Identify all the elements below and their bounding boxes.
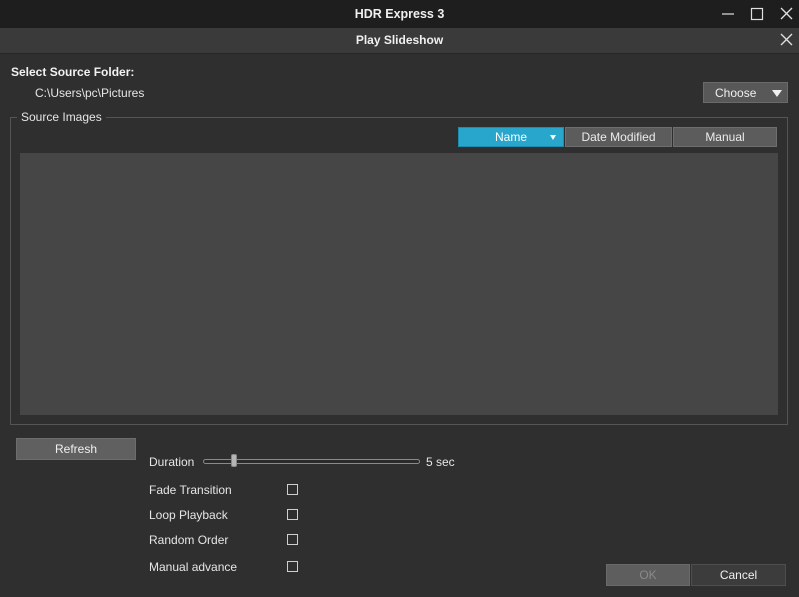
duration-value: 5 sec <box>426 455 455 469</box>
loop-playback-checkbox[interactable] <box>287 509 298 520</box>
manual-advance-checkbox[interactable] <box>287 561 298 572</box>
choose-folder-dropdown[interactable]: Choose <box>703 82 788 103</box>
choose-label: Choose <box>715 86 757 100</box>
random-order-label: Random Order <box>149 533 229 547</box>
fade-transition-checkbox[interactable] <box>287 484 298 495</box>
maximize-icon <box>750 7 764 21</box>
random-order-checkbox[interactable] <box>287 534 298 545</box>
sort-tab-label: Name <box>494 130 527 144</box>
window-title: HDR Express 3 <box>354 7 445 21</box>
dialog-close-button[interactable] <box>777 31 797 49</box>
loop-playback-label: Loop Playback <box>149 508 228 522</box>
minimize-icon <box>722 13 734 15</box>
sort-tab-name[interactable]: Name <box>458 127 564 147</box>
manual-advance-label: Manual advance <box>149 560 238 574</box>
duration-label: Duration <box>149 455 195 469</box>
window-close-button[interactable] <box>777 5 797 23</box>
sort-arrow-icon <box>550 135 556 140</box>
duration-slider-handle[interactable] <box>231 454 237 467</box>
source-folder-path: C:\Users\pc\Pictures <box>35 86 145 100</box>
source-images-label: Source Images <box>17 110 106 124</box>
window-titlebar: HDR Express 3 <box>0 0 799 29</box>
sort-tab-label: Date Modified <box>581 130 656 144</box>
source-images-list[interactable] <box>20 153 778 415</box>
chevron-down-icon <box>772 90 782 97</box>
sort-tab-manual[interactable]: Manual <box>673 127 777 147</box>
sort-tab-date-modified[interactable]: Date Modified <box>565 127 672 147</box>
dialog-title: Play Slideshow <box>355 33 444 47</box>
close-icon <box>780 7 793 20</box>
fade-transition-label: Fade Transition <box>149 483 232 497</box>
source-folder-label: Select Source Folder: <box>11 65 135 79</box>
ok-button[interactable]: OK <box>606 564 690 586</box>
minimize-button[interactable] <box>719 5 739 23</box>
sort-tab-label: Manual <box>705 130 745 144</box>
maximize-button[interactable] <box>748 5 768 23</box>
cancel-button[interactable]: Cancel <box>691 564 786 586</box>
close-icon <box>780 33 793 46</box>
refresh-button[interactable]: Refresh <box>16 438 136 460</box>
dialog-titlebar: Play Slideshow <box>0 28 799 54</box>
